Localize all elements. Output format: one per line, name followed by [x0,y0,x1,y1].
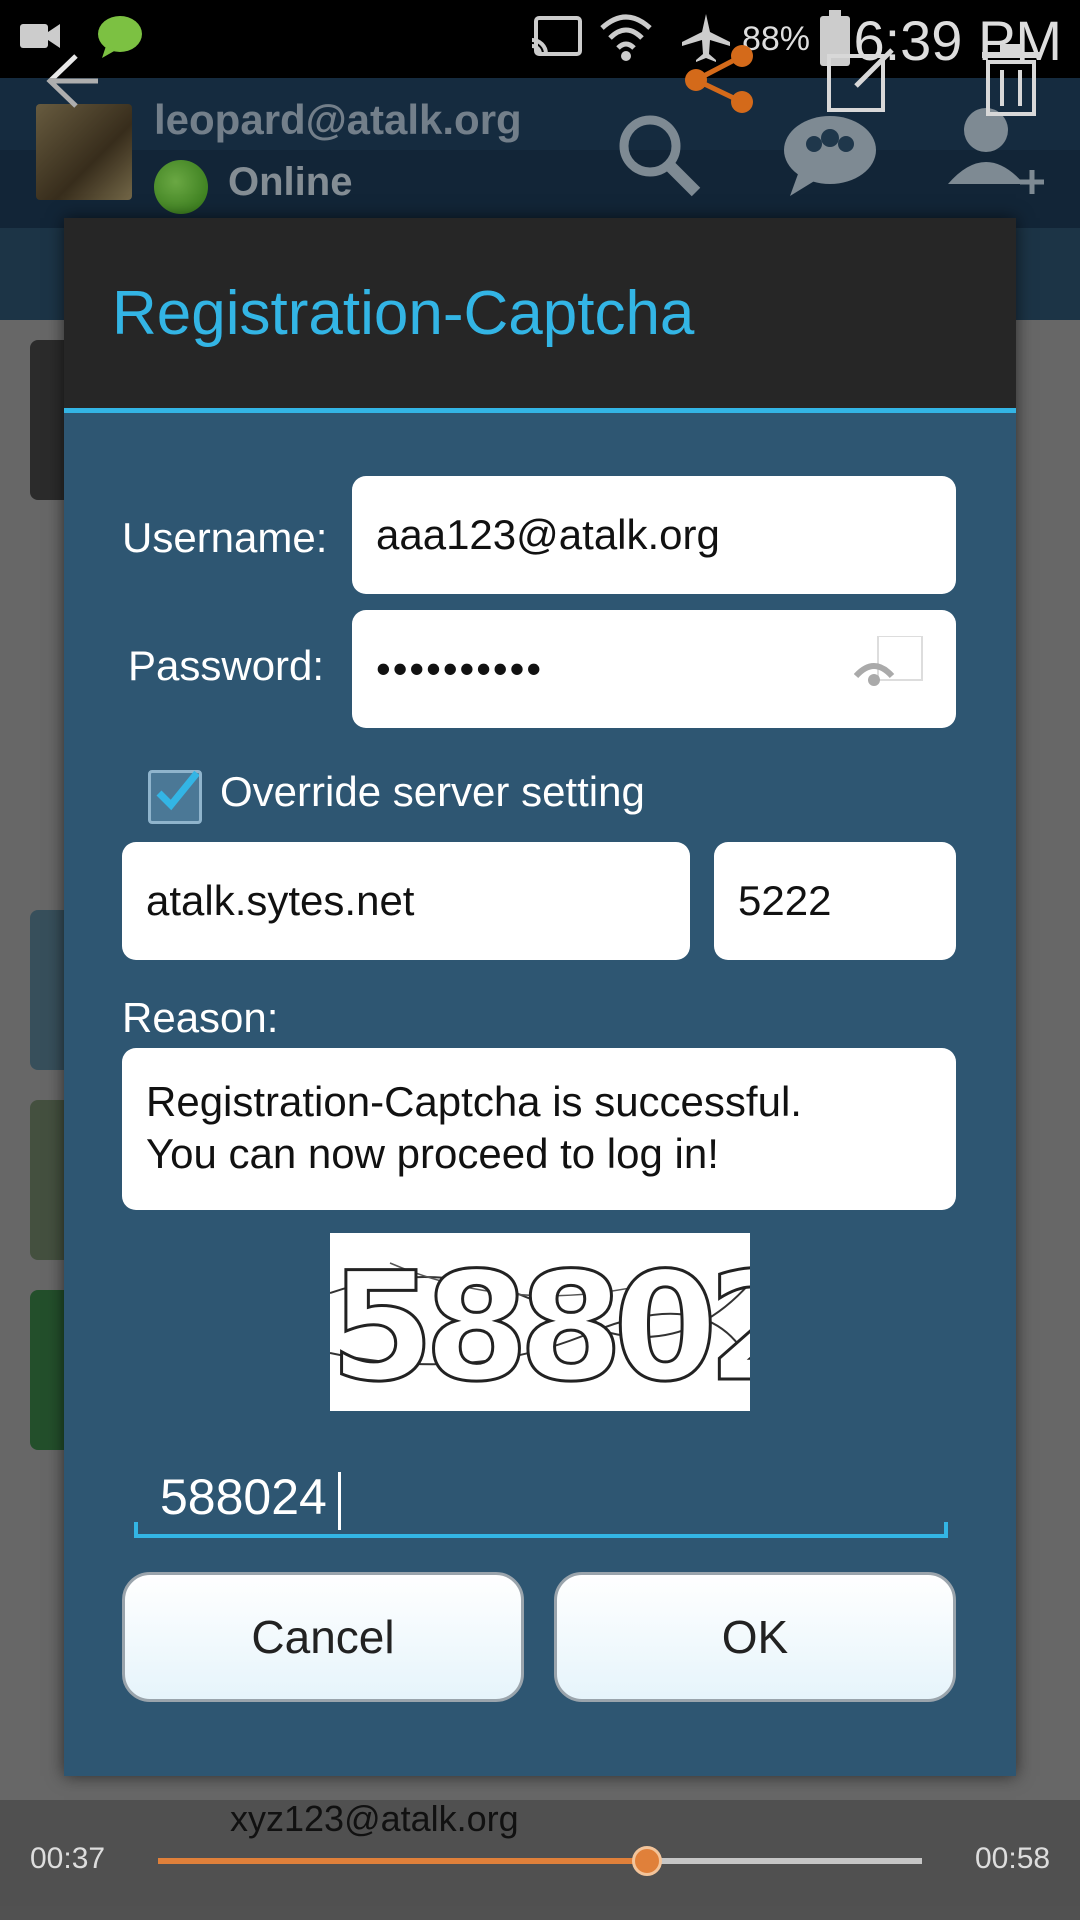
registration-captcha-dialog: Registration-Captcha Username: aaa123@at… [64,218,1016,1776]
share-icon[interactable] [680,44,760,114]
captcha-text: 588024 [330,1240,750,1412]
username-label: Username: [122,514,328,561]
server-address-field[interactable]: atalk.sytes.net [122,842,690,960]
text-cursor [338,1472,341,1530]
server-port-field[interactable]: 5222 [714,842,956,960]
username-field[interactable]: aaa123@atalk.org [352,476,956,594]
title-divider [64,408,1016,413]
delete-icon[interactable] [976,44,1046,116]
contact-jid[interactable]: xyz123@atalk.org [230,1798,519,1840]
override-server-checkbox[interactable] [148,770,202,824]
seek-progress [158,1858,647,1864]
cast-icon [531,16,582,56]
reason-line: You can now proceed to log in! [146,1130,719,1177]
show-password-icon[interactable] [854,636,924,696]
captcha-input-value[interactable]: 588024 [160,1468,327,1526]
input-underline [134,1534,948,1538]
edit-icon[interactable] [826,48,896,112]
checkmark-icon [156,770,199,811]
elapsed-time: 00:37 [30,1842,106,1875]
ok-button[interactable]: OK [554,1572,956,1702]
cancel-button[interactable]: Cancel [122,1572,524,1702]
wifi-icon [600,14,652,61]
dialog-title: Registration-Captcha [112,279,695,348]
input-underline [134,1522,138,1536]
total-time: 00:58 [975,1842,1051,1875]
status-bar: 88% 6:39 PM [0,0,1080,78]
override-server-label[interactable]: Override server setting [220,768,645,816]
password-label: Password: [128,642,325,689]
reason-message: Registration-Captcha is successful. You … [122,1048,956,1210]
seek-thumb[interactable] [631,1846,662,1876]
captcha-image: 588024 [330,1233,750,1411]
reason-label: Reason: [122,994,279,1041]
reason-line: Registration-Captcha is successful. [146,1078,802,1125]
input-underline [944,1522,948,1536]
